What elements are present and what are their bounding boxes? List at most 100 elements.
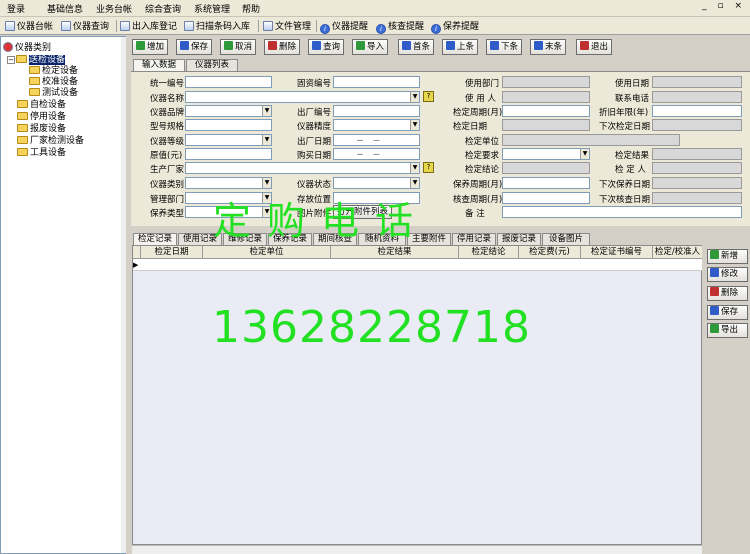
tab-input-data[interactable]: 输入数据 <box>133 59 185 71</box>
grid-horizontal-scrollbar[interactable] <box>132 545 702 554</box>
first-button[interactable]: 首条 <box>398 39 435 55</box>
chevron-down-icon[interactable]: ▼ <box>262 135 271 145</box>
column-header[interactable]: 检定费(元) <box>519 246 581 259</box>
chevron-down-icon[interactable]: ▼ <box>262 178 271 188</box>
user-field <box>502 91 590 103</box>
undo-icon <box>224 41 233 50</box>
splitter[interactable] <box>126 36 130 554</box>
menu-basic-info[interactable]: 基础信息 <box>47 2 83 15</box>
edit-record-button[interactable]: 修改 <box>707 267 748 282</box>
help-icon[interactable]: ? <box>423 91 434 102</box>
delete-icon <box>710 287 719 296</box>
menu-query[interactable]: 综合查询 <box>145 2 181 15</box>
depreciation-input[interactable] <box>652 105 742 117</box>
purchase-date-input[interactable]: － － <box>333 148 420 160</box>
model-input[interactable] <box>185 119 272 131</box>
tab-calibration-records[interactable]: 检定记录 <box>133 233 177 245</box>
menu-ledger[interactable]: 业务台帐 <box>96 2 132 15</box>
label-user: 使 用 人 <box>465 94 496 104</box>
calib-requirement-select[interactable]: ▼ <box>502 148 590 160</box>
next-maint-date-field <box>652 177 742 189</box>
exit-button[interactable]: 退出 <box>576 39 613 55</box>
grade-select[interactable]: ▼ <box>185 134 272 146</box>
factory-date-input[interactable]: － － <box>333 134 420 146</box>
instrument-name-select[interactable]: ▼ <box>185 91 420 103</box>
column-header[interactable]: 检定单位 <box>203 246 331 259</box>
precision-select[interactable]: ▼ <box>333 119 420 131</box>
chevron-down-icon[interactable]: ▼ <box>410 178 419 188</box>
next-icon <box>490 41 499 50</box>
import-icon <box>356 41 365 50</box>
save-button[interactable]: 保存 <box>176 39 213 55</box>
menu-login[interactable]: 登录 <box>7 2 25 15</box>
tool-check-reminder[interactable]: i 核查提醒 <box>376 19 424 34</box>
export-record-button[interactable]: 导出 <box>707 323 748 338</box>
tool-barcode-scan[interactable]: 扫描条码入库 <box>184 19 250 32</box>
query-button[interactable]: 查询 <box>308 39 345 55</box>
collapse-icon[interactable]: − <box>7 56 15 64</box>
label-calib-result: 检定结果 <box>615 151 650 161</box>
column-header[interactable]: 检定/校准人 <box>653 246 703 259</box>
label-status: 仪器状态 <box>297 180 332 190</box>
info-icon: i <box>376 24 386 34</box>
menu-system[interactable]: 系统管理 <box>194 2 230 15</box>
column-header[interactable]: 检定证书编号 <box>581 246 653 259</box>
prev-button[interactable]: 上条 <box>442 39 479 55</box>
tool-file-manager[interactable]: 文件管理 <box>263 19 311 32</box>
status-select[interactable]: ▼ <box>333 177 420 189</box>
tool-maintenance-reminder[interactable]: i 保养提醒 <box>431 19 479 34</box>
column-header[interactable]: 检定结果 <box>331 246 459 259</box>
save-record-button[interactable]: 保存 <box>707 305 748 320</box>
delete-record-button[interactable]: 删除 <box>707 286 748 301</box>
tab-instrument-list[interactable]: 仪器列表 <box>186 59 238 71</box>
chevron-down-icon[interactable]: ▼ <box>410 92 419 102</box>
tab-disable-records[interactable]: 停用记录 <box>452 233 496 245</box>
label-next-maint-date: 下次保养日期 <box>599 180 651 190</box>
category-select[interactable]: ▼ <box>185 177 272 189</box>
remarks-input[interactable] <box>502 206 742 218</box>
last-button[interactable]: 末条 <box>530 39 567 55</box>
tool-ledger[interactable]: 仪器台帐 <box>5 19 53 32</box>
row-indicator-icon: ▶ <box>133 261 139 269</box>
unified-no-input[interactable] <box>185 76 272 88</box>
brand-select[interactable]: ▼ <box>185 105 272 117</box>
add-button[interactable]: 增加 <box>132 39 169 55</box>
original-value-input[interactable] <box>185 148 272 160</box>
tool-instrument-reminder[interactable]: i 仪器提醒 <box>320 19 368 34</box>
exit-icon <box>580 41 589 50</box>
menu-bar: 登录 基础信息 业务台帐 综合查询 系统管理 帮助 _ ▫ × <box>0 0 750 17</box>
next-button[interactable]: 下条 <box>486 39 523 55</box>
new-record-button[interactable]: 新增 <box>707 249 748 264</box>
import-button[interactable]: 导入 <box>352 39 389 55</box>
help-icon[interactable]: ? <box>423 162 434 173</box>
manufacturer-select[interactable]: ▼ <box>185 162 420 174</box>
tab-device-pictures[interactable]: 设备图片 <box>542 233 590 245</box>
chevron-down-icon[interactable]: ▼ <box>410 120 419 130</box>
folder-icon <box>17 148 28 156</box>
column-header[interactable]: 检定日期 <box>141 246 203 259</box>
menu-help[interactable]: 帮助 <box>242 2 260 15</box>
table-row[interactable] <box>133 259 703 271</box>
label-use-dept: 使用部门 <box>465 79 500 89</box>
chevron-down-icon[interactable]: ▼ <box>410 163 419 173</box>
calib-result-field <box>652 148 742 160</box>
delete-button[interactable]: 删除 <box>264 39 301 55</box>
asset-no-input[interactable] <box>333 76 420 88</box>
tool-instrument-query[interactable]: 仪器查询 <box>61 19 109 32</box>
calib-unit-field <box>502 134 680 146</box>
calib-cycle-input[interactable] <box>502 105 590 117</box>
chevron-down-icon[interactable]: ▼ <box>262 106 271 116</box>
serial-no-input[interactable] <box>333 105 420 117</box>
column-header[interactable]: 检定结论 <box>459 246 519 259</box>
maint-cycle-input[interactable] <box>502 177 590 189</box>
label-phone: 联系电话 <box>615 94 650 104</box>
label-model: 型号规格 <box>150 122 185 132</box>
cancel-button[interactable]: 取消 <box>220 39 257 55</box>
label-factory-date: 出厂日期 <box>297 137 332 147</box>
tab-scrap-records[interactable]: 报废记录 <box>497 233 541 245</box>
check-cycle-input[interactable] <box>502 192 590 204</box>
chevron-down-icon[interactable]: ▼ <box>580 149 589 159</box>
tree-item-tools[interactable]: 工具设备 <box>17 145 66 158</box>
window-controls[interactable]: _ ▫ × <box>702 1 746 11</box>
tool-stock-register[interactable]: 出入库登记 <box>120 19 177 32</box>
